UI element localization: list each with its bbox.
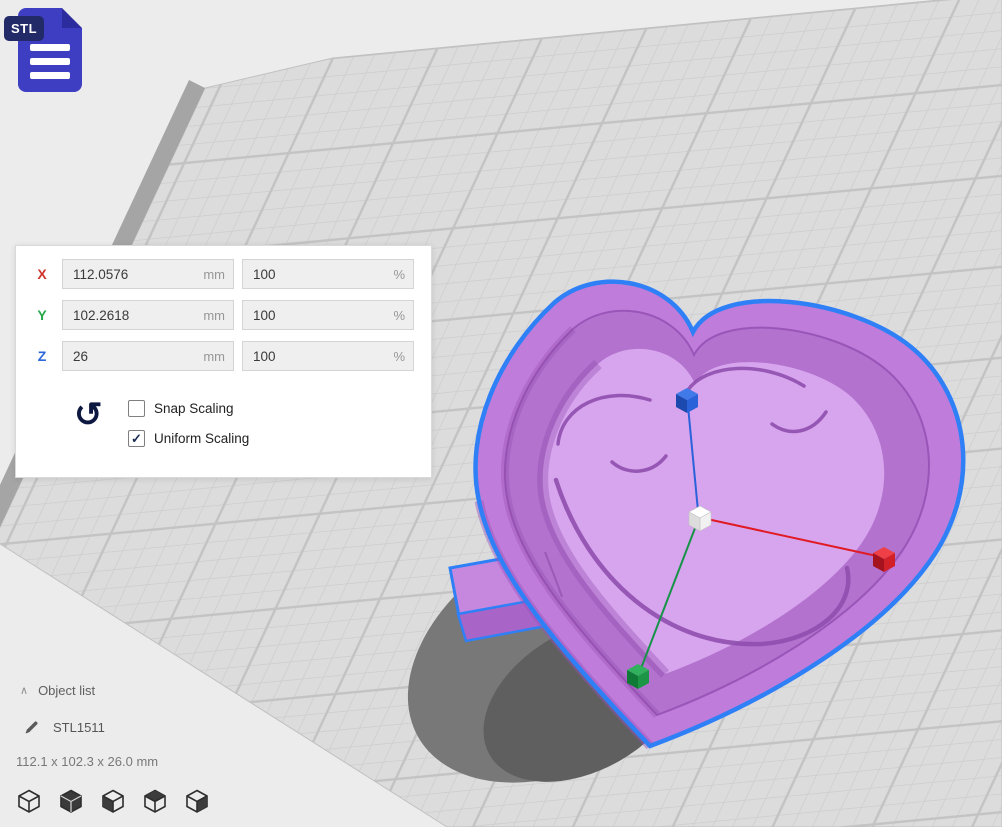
object-name: STL1511 <box>53 720 105 735</box>
scale-z-row: Z mm % <box>30 341 431 371</box>
view-3d-icon[interactable] <box>16 788 42 814</box>
scale-y-percent-input[interactable] <box>251 307 389 324</box>
percent-unit-label: % <box>393 267 405 282</box>
mm-unit-label: mm <box>203 308 225 323</box>
axis-z-label: Z <box>30 348 54 364</box>
scale-x-row: X mm % <box>30 259 431 289</box>
scale-x-percent-input[interactable] <box>251 266 389 283</box>
snap-scaling-label[interactable]: Snap Scaling <box>154 401 234 416</box>
uniform-scaling-row[interactable]: ✓ Uniform Scaling <box>128 430 249 447</box>
stl-file-icon: STL <box>4 6 92 96</box>
scale-z-mm-field: mm <box>62 341 234 371</box>
axis-x-label: X <box>30 266 54 282</box>
scale-y-percent-field: % <box>242 300 414 330</box>
scale-y-mm-field: mm <box>62 300 234 330</box>
scale-x-mm-input[interactable] <box>71 266 199 283</box>
scale-z-mm-input[interactable] <box>71 348 199 365</box>
scale-x-percent-field: % <box>242 259 414 289</box>
model-dimensions: 112.1 x 102.3 x 26.0 mm <box>16 754 158 769</box>
cura-viewport: STL X mm % Y mm <box>0 0 1002 827</box>
object-list-toggle[interactable]: ∧ Object list <box>20 683 95 698</box>
object-list-label: Object list <box>38 683 95 698</box>
mm-unit-label: mm <box>203 267 225 282</box>
view-solid-icon[interactable] <box>58 788 84 814</box>
scale-y-mm-input[interactable] <box>71 307 199 324</box>
scale-x-mm-field: mm <box>62 259 234 289</box>
object-list-item[interactable]: STL1511 <box>24 719 105 735</box>
uniform-scaling-checkbox[interactable]: ✓ <box>128 430 145 447</box>
scale-y-row: Y mm % <box>30 300 431 330</box>
document-line <box>30 44 70 51</box>
document-line <box>30 72 70 79</box>
view-right-icon[interactable] <box>184 788 210 814</box>
scale-rows: X mm % Y mm % <box>16 246 431 371</box>
view-top-icon[interactable] <box>142 788 168 814</box>
axis-y-label: Y <box>30 307 54 323</box>
snap-scaling-row[interactable]: Snap Scaling <box>128 400 249 417</box>
snap-scaling-checkbox[interactable] <box>128 400 145 417</box>
percent-unit-label: % <box>393 349 405 364</box>
scale-z-percent-input[interactable] <box>251 348 389 365</box>
pencil-icon <box>24 719 40 735</box>
view-left-icon[interactable] <box>100 788 126 814</box>
document-line <box>30 58 70 65</box>
mm-unit-label: mm <box>203 349 225 364</box>
uniform-scaling-label[interactable]: Uniform Scaling <box>154 431 249 446</box>
view-toolbar <box>16 788 210 814</box>
stl-badge: STL <box>4 16 44 41</box>
percent-unit-label: % <box>393 308 405 323</box>
scale-z-percent-field: % <box>242 341 414 371</box>
chevron-up-icon: ∧ <box>20 684 28 697</box>
reset-scale-icon[interactable]: ↺ <box>74 398 103 432</box>
scaling-options: Snap Scaling ✓ Uniform Scaling <box>128 400 249 460</box>
scale-tool-panel: X mm % Y mm % <box>15 245 432 478</box>
